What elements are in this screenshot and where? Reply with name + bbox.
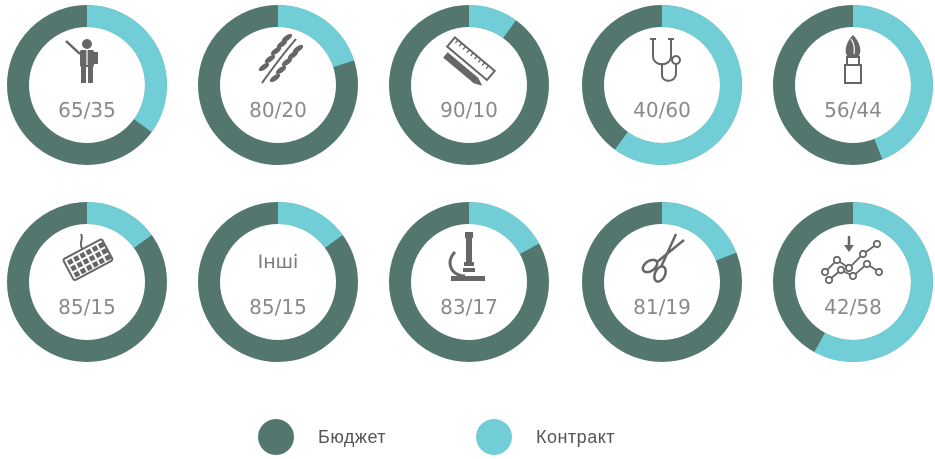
ruler-pencil-icon (443, 35, 497, 86)
budget-slice (389, 5, 549, 165)
ratio-label: 90/10 (440, 98, 498, 122)
ratio-label: 65/35 (58, 98, 116, 122)
donut-chart-2: 80/20 (198, 5, 358, 165)
donut-chart-7: Інші 85/15 (198, 202, 358, 362)
wheat-icon (258, 33, 304, 84)
donut-chart-4: 40/60 (582, 5, 742, 165)
legend-swatch-contract (476, 419, 512, 455)
line-graph-icon (820, 236, 884, 285)
donut-chart-3: 90/10 (389, 5, 549, 165)
keyboard-icon (62, 233, 114, 281)
legend-swatch-budget (258, 419, 294, 455)
ratio-label: 81/19 (633, 295, 691, 319)
ratio-label: 42/58 (824, 295, 882, 319)
stethoscope-icon (650, 38, 681, 82)
scissors-icon (641, 233, 685, 283)
legend-item-budget: Бюджет (258, 415, 386, 459)
legend-label-contract: Контракт (536, 426, 616, 447)
legend-item-contract: Контракт (476, 415, 615, 459)
ratio-label: 85/15 (249, 295, 307, 319)
donut-chart-5: 56/44 (773, 5, 933, 165)
legend-label-budget: Бюджет (318, 426, 387, 447)
donut-chart-6: 85/15 (7, 202, 167, 362)
donut-chart-9: 81/19 (582, 202, 742, 362)
donut-chart-8: 83/17 (389, 202, 549, 362)
ratio-label: 85/15 (58, 295, 116, 319)
ratio-label: 83/17 (440, 295, 498, 319)
ratio-label: 40/60 (633, 98, 691, 122)
donut-chart-10: 42/58 (773, 202, 933, 362)
donut-charts-grid: 65/35 80/20 90/10 40/60 56/44 85/15 Інші 85/15 8… (7, 5, 933, 362)
ratio-label: 80/20 (249, 98, 307, 122)
microscope-icon (448, 232, 485, 281)
teacher-icon (65, 39, 98, 83)
ratio-label: 56/44 (824, 98, 882, 122)
paintbrush-icon (844, 35, 862, 84)
donut-chart-1: 65/35 (7, 5, 167, 165)
category-label: Інші (258, 251, 299, 273)
legend: Бюджет Контракт (0, 415, 935, 459)
